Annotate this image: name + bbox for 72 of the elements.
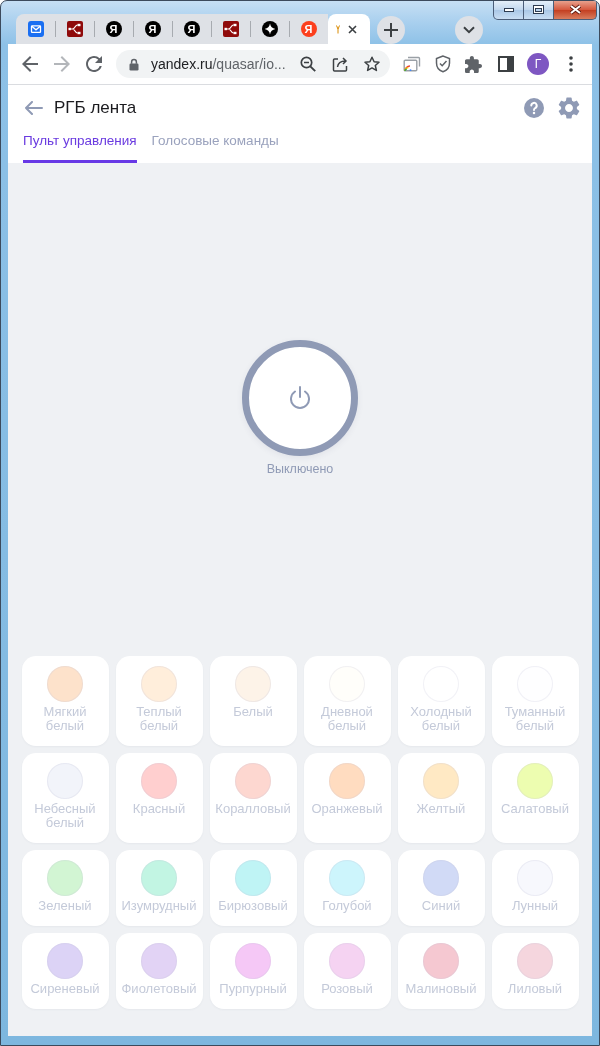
browser-tab[interactable]: Я — [133, 14, 172, 44]
color-tile[interactable]: Туманный белый — [491, 656, 579, 746]
back-arrow-icon[interactable] — [24, 101, 43, 115]
tab[interactable]: Голосовые команды — [151, 131, 279, 163]
letter-logo: Я — [300, 21, 317, 37]
flow-diagram-icon — [66, 21, 83, 37]
color-tile[interactable]: Холодный белый — [397, 656, 485, 746]
close-button[interactable] — [554, 1, 597, 20]
color-tile[interactable]: Желтый — [397, 753, 485, 843]
letter-logo: Я — [105, 21, 122, 37]
chevron-down-icon — [463, 26, 475, 34]
color-tile[interactable]: Теплый белый — [115, 656, 203, 746]
zoom-out-icon[interactable] — [300, 56, 316, 72]
share-icon[interactable] — [332, 56, 348, 72]
browser-tab[interactable] — [211, 14, 250, 44]
letter-logo: Я — [144, 21, 161, 37]
color-tile[interactable]: Зеленый — [21, 850, 109, 926]
color-tile[interactable]: Голубой — [303, 850, 391, 926]
color-tile[interactable]: Бирюзовый — [209, 850, 297, 926]
color-tile[interactable]: Мягкий белый — [21, 656, 109, 746]
sparkle-icon — [261, 21, 278, 37]
browser-tab[interactable] — [250, 14, 289, 44]
favicon-icon — [336, 24, 340, 34]
browser-tab[interactable]: Я — [172, 14, 211, 44]
close-icon[interactable] — [348, 24, 357, 34]
new-tab-button[interactable] — [377, 16, 405, 44]
flow-diagram-icon — [222, 21, 239, 37]
url-text[interactable]: yandex.ru/quasar/io... — [151, 56, 300, 72]
plus-icon — [384, 23, 398, 37]
cast-icon[interactable] — [403, 56, 421, 72]
minimize-button[interactable] — [493, 1, 524, 20]
lock-icon[interactable] — [129, 57, 139, 71]
color-tile[interactable]: Фиолетовый — [115, 933, 203, 1009]
color-tile[interactable]: Лунный — [491, 850, 579, 926]
power-icon — [290, 386, 310, 410]
color-tile[interactable]: Малиновый — [397, 933, 485, 1009]
browser-tab[interactable]: Я — [289, 14, 328, 44]
color-tile[interactable]: Изумрудный — [115, 850, 203, 926]
color-tile[interactable]: Лиловый — [491, 933, 579, 1009]
profile-avatar[interactable]: Г — [527, 53, 549, 75]
menu-icon[interactable] — [569, 56, 573, 72]
color-tile[interactable]: Оранжевый — [303, 753, 391, 843]
color-tile[interactable]: Небесный белый — [21, 753, 109, 843]
color-tile[interactable]: Розовый — [303, 933, 391, 1009]
letter-logo: Я — [183, 21, 200, 37]
reload-icon[interactable] — [86, 56, 102, 72]
puzzle-icon[interactable] — [465, 55, 482, 73]
side-panel-icon[interactable] — [498, 56, 514, 72]
settings-icon[interactable] — [558, 97, 580, 119]
star-icon[interactable] — [364, 56, 380, 72]
color-tile[interactable]: Белый — [209, 656, 297, 746]
tab-list-button[interactable] — [455, 16, 483, 44]
browser-tab[interactable]: Я — [94, 14, 133, 44]
close-icon — [568, 4, 582, 15]
color-tile[interactable]: Дневной белый — [303, 656, 391, 746]
help-icon[interactable] — [524, 98, 544, 118]
color-tile[interactable]: Красный — [115, 753, 203, 843]
color-tile[interactable]: Коралловый — [209, 753, 297, 843]
address-bar[interactable]: yandex.ru/quasar/io... — [116, 50, 390, 78]
shield-check-icon[interactable] — [435, 55, 451, 73]
power-status: Выключено — [266, 462, 334, 476]
maximize-button[interactable] — [524, 1, 554, 20]
color-tile[interactable]: Синий — [397, 850, 485, 926]
page-title: РГБ лента — [54, 98, 137, 118]
color-tile[interactable]: Пурпурный — [209, 933, 297, 1009]
browser-tab[interactable] — [55, 14, 94, 44]
color-tile[interactable]: Салатовый — [491, 753, 579, 843]
minimize-icon — [503, 7, 514, 12]
maximize-icon — [533, 5, 544, 14]
envelope-icon — [27, 21, 44, 37]
back-arrow-icon[interactable] — [22, 56, 38, 72]
color-tile[interactable]: Сиреневый — [21, 933, 109, 1009]
